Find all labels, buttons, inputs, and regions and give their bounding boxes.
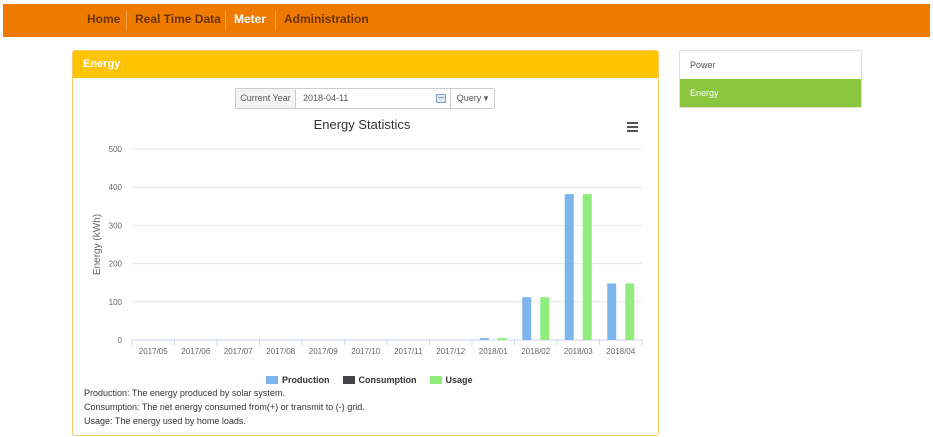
y-axis-title: Energy (kWh) [92, 214, 103, 275]
bar-usage [540, 297, 550, 340]
note-consumption: Consumption: The net energy consumed fro… [84, 402, 365, 412]
note-usage: Usage: The energy used by home loads. [84, 416, 246, 426]
legend-swatch [266, 376, 278, 384]
sidebar-item-power[interactable]: Power [680, 51, 861, 79]
y-tick-label: 500 [109, 145, 123, 154]
x-tick-label: 2018/03 [564, 347, 593, 356]
x-tick-label: 2017/07 [224, 347, 253, 356]
x-tick-label: 2017/10 [351, 347, 380, 356]
nav-item-real-time-data[interactable]: Real Time Data [125, 4, 231, 37]
y-tick-label: 200 [109, 260, 123, 269]
top-navbar: Home Real Time Data Meter Administration [3, 4, 930, 37]
bar-usage [497, 338, 507, 340]
nav-item-home[interactable]: Home [77, 4, 130, 37]
caret-down-icon: ▾ [483, 93, 489, 103]
legend-swatch [342, 376, 355, 384]
nav-item-administration[interactable]: Administration [274, 4, 379, 37]
panel-title: Energy [73, 51, 658, 78]
x-tick-label: 2018/02 [521, 347, 550, 356]
x-tick-label: 2017/08 [266, 347, 295, 356]
bar-production [564, 194, 574, 340]
date-input[interactable]: 2018-04-11 [296, 89, 450, 108]
bar-usage [582, 194, 592, 340]
calendar-icon[interactable] [436, 94, 446, 103]
bar-production [522, 297, 532, 340]
note-production: Production: The energy produced by solar… [84, 388, 285, 398]
x-tick-label: 2017/11 [394, 347, 423, 356]
x-tick-label: 2018/04 [606, 347, 635, 356]
date-value: 2018-04-11 [303, 93, 349, 103]
y-tick-label: 100 [109, 298, 123, 307]
chart-legend: Production Consumption Usage [266, 375, 486, 385]
legend-item-production[interactable]: Production [266, 375, 330, 385]
x-tick-label: 2017/06 [181, 347, 210, 356]
sidebar-item-energy[interactable]: Energy [680, 79, 861, 107]
meter-sidebar: Power Energy [679, 50, 862, 108]
query-bar: Current Year 2018-04-11 Query ▾ [235, 88, 495, 109]
legend-item-consumption[interactable]: Consumption [342, 375, 417, 385]
bar-production [479, 338, 489, 340]
query-button[interactable]: Query ▾ [450, 89, 494, 108]
legend-swatch [429, 376, 442, 384]
current-year-label: Current Year [236, 89, 296, 108]
y-tick-label: 0 [118, 336, 123, 345]
legend-label: Usage [445, 375, 473, 385]
query-button-label: Query [456, 93, 482, 103]
y-tick-label: 400 [109, 183, 123, 192]
x-tick-label: 2017/09 [309, 347, 338, 356]
x-tick-label: 2018/01 [479, 347, 508, 356]
energy-notes: Production: The energy produced by solar… [84, 386, 365, 428]
x-tick-label: 2017/05 [139, 347, 168, 356]
x-tick-label: 2017/12 [436, 347, 465, 356]
bar-production [607, 283, 617, 340]
bar-usage [625, 283, 635, 340]
legend-item-usage[interactable]: Usage [429, 375, 473, 385]
nav-item-meter[interactable]: Meter [224, 4, 276, 37]
y-tick-label: 300 [109, 221, 123, 230]
legend-label: Consumption [358, 375, 417, 385]
energy-bar-chart: 0 100 200 300 400 500 Energy (kWh) 2017/05 2017/… [92, 145, 643, 356]
legend-label: Production [282, 375, 330, 385]
